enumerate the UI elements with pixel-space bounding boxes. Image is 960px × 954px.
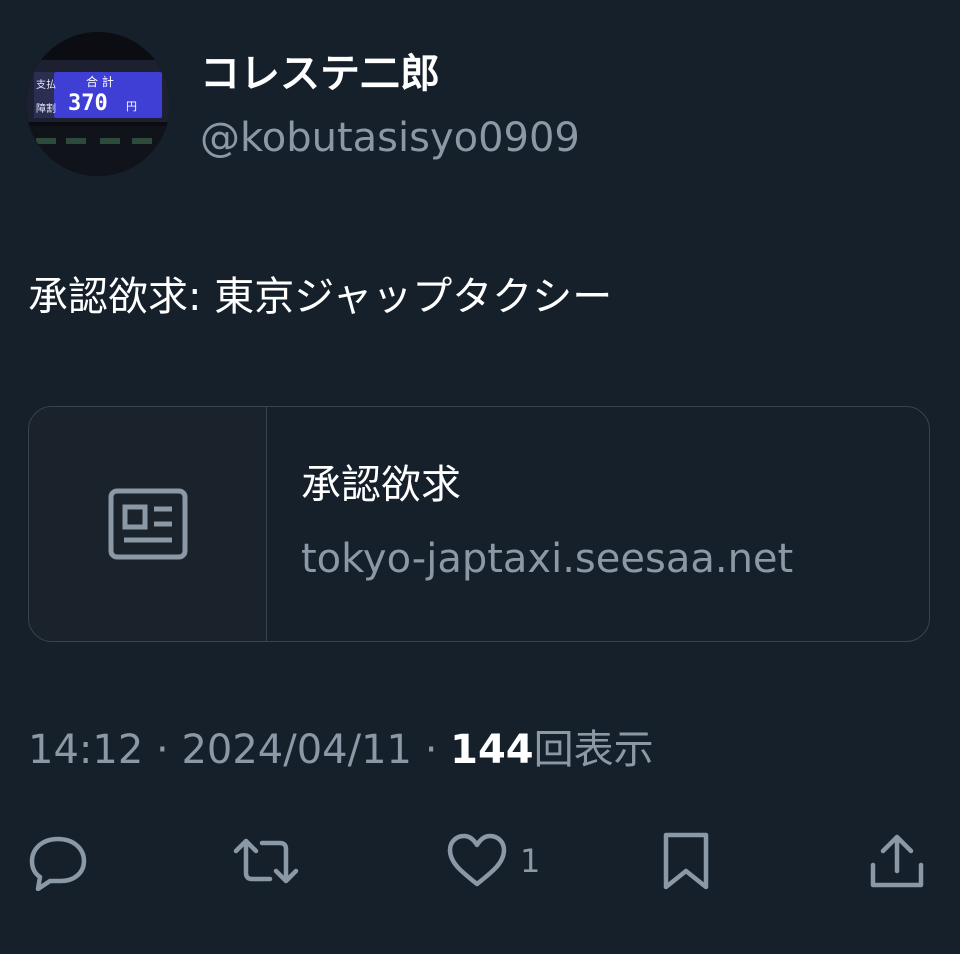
link-card[interactable]: 承認欲求 tokyo-japtaxi.seesaa.net [28, 406, 930, 642]
taxi-meter-avatar-icon: 支払 障割 合 計 370 円 [26, 32, 170, 176]
link-card-domain: tokyo-japtaxi.seesaa.net [301, 536, 794, 582]
display-name[interactable]: コレステ二郎 [200, 46, 440, 102]
user-handle[interactable]: @kobutasisyo0909 [200, 110, 580, 166]
views-count[interactable]: 144 [450, 727, 534, 773]
avatar[interactable]: 支払 障割 合 計 370 円 [26, 32, 170, 176]
share-icon [870, 834, 924, 888]
tweet-date[interactable]: 2024/04/11 [181, 727, 412, 773]
meter-currency: 円 [126, 100, 137, 113]
heart-icon [447, 833, 507, 887]
action-bar: 1 [0, 826, 960, 896]
meter-pay-label: 支払 [36, 78, 56, 91]
reply-button[interactable] [28, 826, 88, 896]
retweet-button[interactable] [232, 826, 300, 896]
meta-separator: · [424, 727, 438, 773]
bookmark-icon [663, 832, 709, 890]
retweet-icon [233, 838, 299, 884]
like-count: 1 [520, 842, 541, 880]
meta-separator: · [156, 727, 169, 773]
views-label: 回表示 [533, 727, 654, 773]
article-icon [108, 488, 187, 560]
bookmark-button[interactable] [660, 826, 712, 896]
share-button[interactable] [868, 826, 926, 896]
tweet-time[interactable]: 14:12 [28, 727, 143, 773]
link-card-thumbnail [29, 407, 267, 641]
meter-fare-value: 370 [68, 91, 108, 116]
reply-icon [29, 836, 87, 891]
meter-total-label: 合 計 [86, 74, 114, 89]
like-button[interactable]: 1 [446, 826, 540, 896]
tweet-text: 承認欲求: 東京ジャップタクシー [28, 274, 613, 320]
tweet-metadata: 14:12 · 2024/04/11 · 144回表示 [28, 722, 654, 778]
meter-discount-label: 障割 [36, 102, 56, 115]
link-card-title: 承認欲求 [301, 462, 461, 508]
